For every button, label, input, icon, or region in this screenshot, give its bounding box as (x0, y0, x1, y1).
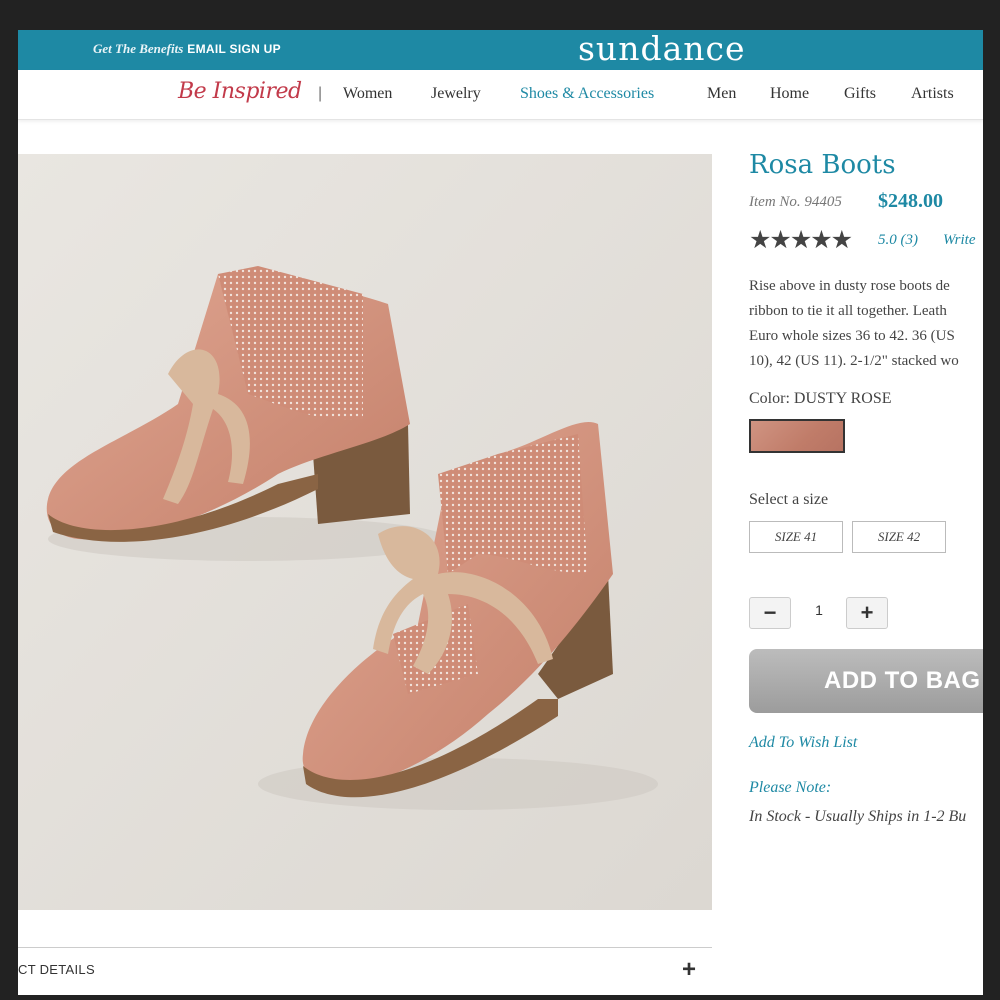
please-note-label: Please Note: (749, 779, 832, 796)
product-description: Rise above in dusty rose boots de ribbon… (749, 274, 983, 374)
expand-icon[interactable]: + (682, 956, 696, 984)
main-nav: Be Inspired | Women Jewelry Shoes & Acce… (18, 70, 983, 120)
email-signup-link[interactable]: Get The Benefits EMAIL SIGN UP (93, 41, 281, 57)
rating-stars-icon: ★★★★★ (749, 226, 853, 254)
be-inspired-link[interactable]: Be Inspired (178, 79, 302, 104)
nav-item-artists[interactable]: Artists (911, 85, 954, 103)
color-label: Color: DUSTY ROSE (749, 390, 892, 407)
size-41-button[interactable]: SIZE 41 (749, 521, 843, 553)
nav-item-jewelry[interactable]: Jewelry (431, 85, 481, 103)
description-line: Rise above in dusty rose boots de (749, 278, 950, 294)
description-line: Euro whole sizes 36 to 42. 36 (US (749, 328, 955, 344)
size-label: Select a size (749, 491, 829, 508)
product-image[interactable] (18, 154, 712, 910)
description-line: ribbon to tie it all together. Leath (749, 303, 947, 319)
quantity-value[interactable]: 1 (812, 602, 826, 618)
product-price: $248.00 (878, 190, 943, 212)
nav-separator: | (318, 85, 323, 102)
product-title: Rosa Boots (749, 150, 896, 180)
write-review-link[interactable]: Write (943, 232, 976, 249)
quantity-increase-button[interactable]: + (846, 597, 888, 629)
nav-item-shoes-accessories[interactable]: Shoes & Accessories (520, 85, 654, 103)
item-number: Item No. 94405 (749, 194, 842, 210)
description-line: 10), 42 (US 11). 2-1/2" stacked wo (749, 353, 959, 369)
add-to-wish-list-link[interactable]: Add To Wish List (749, 734, 857, 752)
promo-text: Get The Benefits (93, 41, 184, 56)
nav-item-men[interactable]: Men (707, 85, 736, 103)
promo-bar: Get The Benefits EMAIL SIGN UP sundance (18, 30, 983, 70)
size-42-button[interactable]: SIZE 42 (852, 521, 946, 553)
product-details-label: CT DETAILS (18, 962, 95, 977)
nav-item-women[interactable]: Women (343, 85, 392, 103)
color-swatch-dusty-rose[interactable] (749, 419, 845, 453)
rating-link[interactable]: 5.0 (3) (878, 232, 918, 249)
product-page: Get The Benefits EMAIL SIGN UP sundance B… (18, 30, 983, 995)
add-to-bag-button[interactable]: ADD TO BAG (749, 649, 983, 713)
quantity-decrease-button[interactable]: − (749, 597, 791, 629)
site-logo[interactable]: sundance (578, 30, 746, 68)
boots-illustration (18, 154, 712, 910)
stock-status: In Stock - Usually Ships in 1-2 Bu (749, 808, 967, 825)
nav-item-home[interactable]: Home (770, 85, 809, 103)
product-details-accordion[interactable]: CT DETAILS + (18, 947, 712, 995)
nav-item-gifts[interactable]: Gifts (844, 85, 876, 103)
promo-link[interactable]: EMAIL SIGN UP (187, 42, 281, 56)
